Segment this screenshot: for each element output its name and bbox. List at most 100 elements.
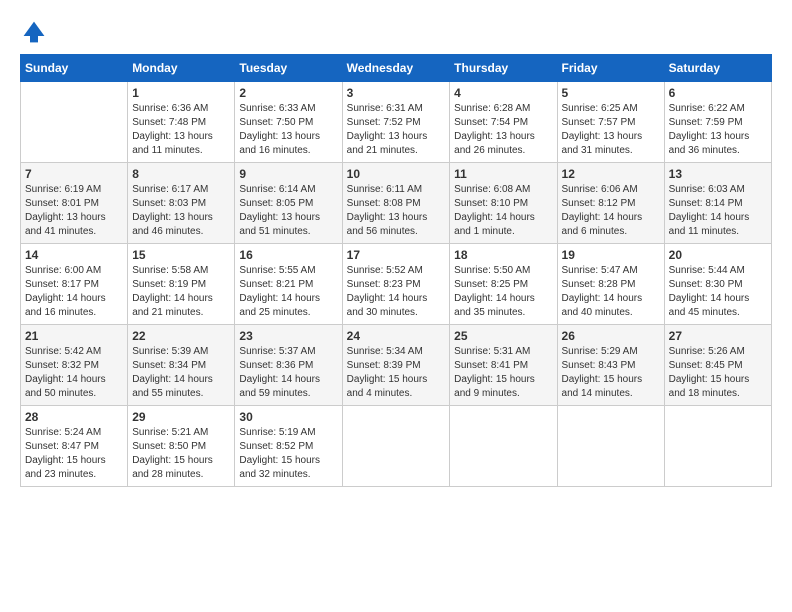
day-info: Sunrise: 5:29 AMSunset: 8:43 PMDaylight:… xyxy=(562,345,660,401)
day-number: 25 xyxy=(454,329,552,343)
day-number: 16 xyxy=(239,248,337,262)
calendar-week-2: 7 Sunrise: 6:19 AMSunset: 8:01 PMDaylight… xyxy=(21,163,772,244)
day-number: 4 xyxy=(454,86,552,100)
calendar-cell: 21 Sunrise: 5:42 AMSunset: 8:32 PMDayligh… xyxy=(21,325,128,406)
day-number: 9 xyxy=(239,167,337,181)
calendar-cell: 6Sunrise: 6:22 AMSunset: 7:59 PMDaylight… xyxy=(664,82,771,163)
calendar-cell: 29 Sunrise: 5:21 AMSunset: 8:50 PMDayligh… xyxy=(128,406,235,487)
calendar-cell: 24Sunrise: 5:34 AMSunset: 8:39 PMDayligh… xyxy=(342,325,450,406)
calendar-cell xyxy=(21,82,128,163)
calendar-body: 1 Sunrise: 6:36 AMSunset: 7:48 PMDaylight… xyxy=(21,82,772,487)
day-info: Sunrise: 5:31 AMSunset: 8:41 PMDaylight:… xyxy=(454,345,552,401)
day-number: 18 xyxy=(454,248,552,262)
calendar-cell xyxy=(557,406,664,487)
weekday-header-tuesday: Tuesday xyxy=(235,55,342,82)
calendar-cell: 28 Sunrise: 5:24 AMSunset: 8:47 PMDayligh… xyxy=(21,406,128,487)
day-number: 14 xyxy=(25,248,123,262)
weekday-header-saturday: Saturday xyxy=(664,55,771,82)
weekday-header-thursday: Thursday xyxy=(450,55,557,82)
calendar-cell: 16 Sunrise: 5:55 AMSunset: 8:21 PMDayligh… xyxy=(235,244,342,325)
page-header xyxy=(20,20,772,44)
calendar-week-1: 1 Sunrise: 6:36 AMSunset: 7:48 PMDaylight… xyxy=(21,82,772,163)
day-number: 15 xyxy=(132,248,230,262)
calendar-header-row: SundayMondayTuesdayWednesdayThursdayFrid… xyxy=(21,55,772,82)
day-number: 26 xyxy=(562,329,660,343)
calendar-cell: 2Sunrise: 6:33 AMSunset: 7:50 PMDaylight… xyxy=(235,82,342,163)
calendar-table: SundayMondayTuesdayWednesdayThursdayFrid… xyxy=(20,54,772,487)
day-number: 21 xyxy=(25,329,123,343)
day-number: 3 xyxy=(347,86,446,100)
day-info: Sunrise: 6:31 AMSunset: 7:52 PMDaylight:… xyxy=(347,102,446,158)
calendar-cell: 17 Sunrise: 5:52 AMSunset: 8:23 PMDayligh… xyxy=(342,244,450,325)
day-number: 13 xyxy=(669,167,767,181)
calendar-cell: 13 Sunrise: 6:03 AMSunset: 8:14 PMDayligh… xyxy=(664,163,771,244)
day-info: Sunrise: 6:28 AMSunset: 7:54 PMDaylight:… xyxy=(454,102,552,158)
calendar-cell: 1 Sunrise: 6:36 AMSunset: 7:48 PMDaylight… xyxy=(128,82,235,163)
day-info: Sunrise: 5:52 AMSunset: 8:23 PMDaylight:… xyxy=(347,264,446,320)
calendar-cell: 3 Sunrise: 6:31 AMSunset: 7:52 PMDaylight… xyxy=(342,82,450,163)
day-info: Sunrise: 5:19 AMSunset: 8:52 PMDaylight:… xyxy=(239,426,337,482)
day-number: 11 xyxy=(454,167,552,181)
logo xyxy=(20,20,46,44)
day-info: Sunrise: 6:19 AMSunset: 8:01 PMDaylight:… xyxy=(25,183,123,239)
day-info: Sunrise: 6:11 AMSunset: 8:08 PMDaylight:… xyxy=(347,183,446,239)
day-info: Sunrise: 5:44 AMSunset: 8:30 PMDaylight:… xyxy=(669,264,767,320)
day-info: Sunrise: 6:14 AMSunset: 8:05 PMDaylight:… xyxy=(239,183,337,239)
day-info: Sunrise: 6:33 AMSunset: 7:50 PMDaylight:… xyxy=(239,102,337,158)
day-number: 30 xyxy=(239,410,337,424)
calendar-cell: 25 Sunrise: 5:31 AMSunset: 8:41 PMDayligh… xyxy=(450,325,557,406)
calendar-cell: 23Sunrise: 5:37 AMSunset: 8:36 PMDayligh… xyxy=(235,325,342,406)
weekday-header-friday: Friday xyxy=(557,55,664,82)
day-number: 6 xyxy=(669,86,767,100)
calendar-week-3: 14 Sunrise: 6:00 AMSunset: 8:17 PMDayligh… xyxy=(21,244,772,325)
day-number: 28 xyxy=(25,410,123,424)
day-info: Sunrise: 5:50 AMSunset: 8:25 PMDaylight:… xyxy=(454,264,552,320)
day-info: Sunrise: 6:25 AMSunset: 7:57 PMDaylight:… xyxy=(562,102,660,158)
day-info: Sunrise: 5:39 AMSunset: 8:34 PMDaylight:… xyxy=(132,345,230,401)
calendar-cell: 22 Sunrise: 5:39 AMSunset: 8:34 PMDayligh… xyxy=(128,325,235,406)
calendar-week-4: 21 Sunrise: 5:42 AMSunset: 8:32 PMDayligh… xyxy=(21,325,772,406)
day-number: 22 xyxy=(132,329,230,343)
calendar-cell: 26 Sunrise: 5:29 AMSunset: 8:43 PMDayligh… xyxy=(557,325,664,406)
day-info: Sunrise: 6:17 AMSunset: 8:03 PMDaylight:… xyxy=(132,183,230,239)
day-number: 1 xyxy=(132,86,230,100)
calendar-cell: 30 Sunrise: 5:19 AMSunset: 8:52 PMDayligh… xyxy=(235,406,342,487)
calendar-cell: 18 Sunrise: 5:50 AMSunset: 8:25 PMDayligh… xyxy=(450,244,557,325)
day-number: 29 xyxy=(132,410,230,424)
day-info: Sunrise: 5:26 AMSunset: 8:45 PMDaylight:… xyxy=(669,345,767,401)
day-number: 7 xyxy=(25,167,123,181)
day-info: Sunrise: 5:58 AMSunset: 8:19 PMDaylight:… xyxy=(132,264,230,320)
calendar-cell: 11 Sunrise: 6:08 AMSunset: 8:10 PMDayligh… xyxy=(450,163,557,244)
day-number: 5 xyxy=(562,86,660,100)
day-info: Sunrise: 5:34 AMSunset: 8:39 PMDaylight:… xyxy=(347,345,446,401)
calendar-cell xyxy=(664,406,771,487)
calendar-cell: 20 Sunrise: 5:44 AMSunset: 8:30 PMDayligh… xyxy=(664,244,771,325)
day-info: Sunrise: 6:08 AMSunset: 8:10 PMDaylight:… xyxy=(454,183,552,239)
calendar-cell: 9 Sunrise: 6:14 AMSunset: 8:05 PMDaylight… xyxy=(235,163,342,244)
day-number: 17 xyxy=(347,248,446,262)
calendar-cell: 19Sunrise: 5:47 AMSunset: 8:28 PMDayligh… xyxy=(557,244,664,325)
calendar-cell: 10Sunrise: 6:11 AMSunset: 8:08 PMDayligh… xyxy=(342,163,450,244)
calendar-cell: 8Sunrise: 6:17 AMSunset: 8:03 PMDaylight… xyxy=(128,163,235,244)
day-number: 20 xyxy=(669,248,767,262)
calendar-cell: 27Sunrise: 5:26 AMSunset: 8:45 PMDayligh… xyxy=(664,325,771,406)
day-info: Sunrise: 6:03 AMSunset: 8:14 PMDaylight:… xyxy=(669,183,767,239)
day-info: Sunrise: 5:21 AMSunset: 8:50 PMDaylight:… xyxy=(132,426,230,482)
day-info: Sunrise: 6:00 AMSunset: 8:17 PMDaylight:… xyxy=(25,264,123,320)
calendar-cell: 14 Sunrise: 6:00 AMSunset: 8:17 PMDayligh… xyxy=(21,244,128,325)
day-info: Sunrise: 5:24 AMSunset: 8:47 PMDaylight:… xyxy=(25,426,123,482)
day-info: Sunrise: 6:06 AMSunset: 8:12 PMDaylight:… xyxy=(562,183,660,239)
calendar-cell: 15 Sunrise: 5:58 AMSunset: 8:19 PMDayligh… xyxy=(128,244,235,325)
day-info: Sunrise: 5:42 AMSunset: 8:32 PMDaylight:… xyxy=(25,345,123,401)
day-number: 23 xyxy=(239,329,337,343)
calendar-cell: 12 Sunrise: 6:06 AMSunset: 8:12 PMDayligh… xyxy=(557,163,664,244)
calendar-cell: 7 Sunrise: 6:19 AMSunset: 8:01 PMDaylight… xyxy=(21,163,128,244)
calendar-cell xyxy=(342,406,450,487)
day-number: 12 xyxy=(562,167,660,181)
weekday-header-sunday: Sunday xyxy=(21,55,128,82)
calendar-week-5: 28 Sunrise: 5:24 AMSunset: 8:47 PMDayligh… xyxy=(21,406,772,487)
weekday-header-monday: Monday xyxy=(128,55,235,82)
calendar-cell xyxy=(450,406,557,487)
day-info: Sunrise: 6:36 AMSunset: 7:48 PMDaylight:… xyxy=(132,102,230,158)
day-info: Sunrise: 5:55 AMSunset: 8:21 PMDaylight:… xyxy=(239,264,337,320)
